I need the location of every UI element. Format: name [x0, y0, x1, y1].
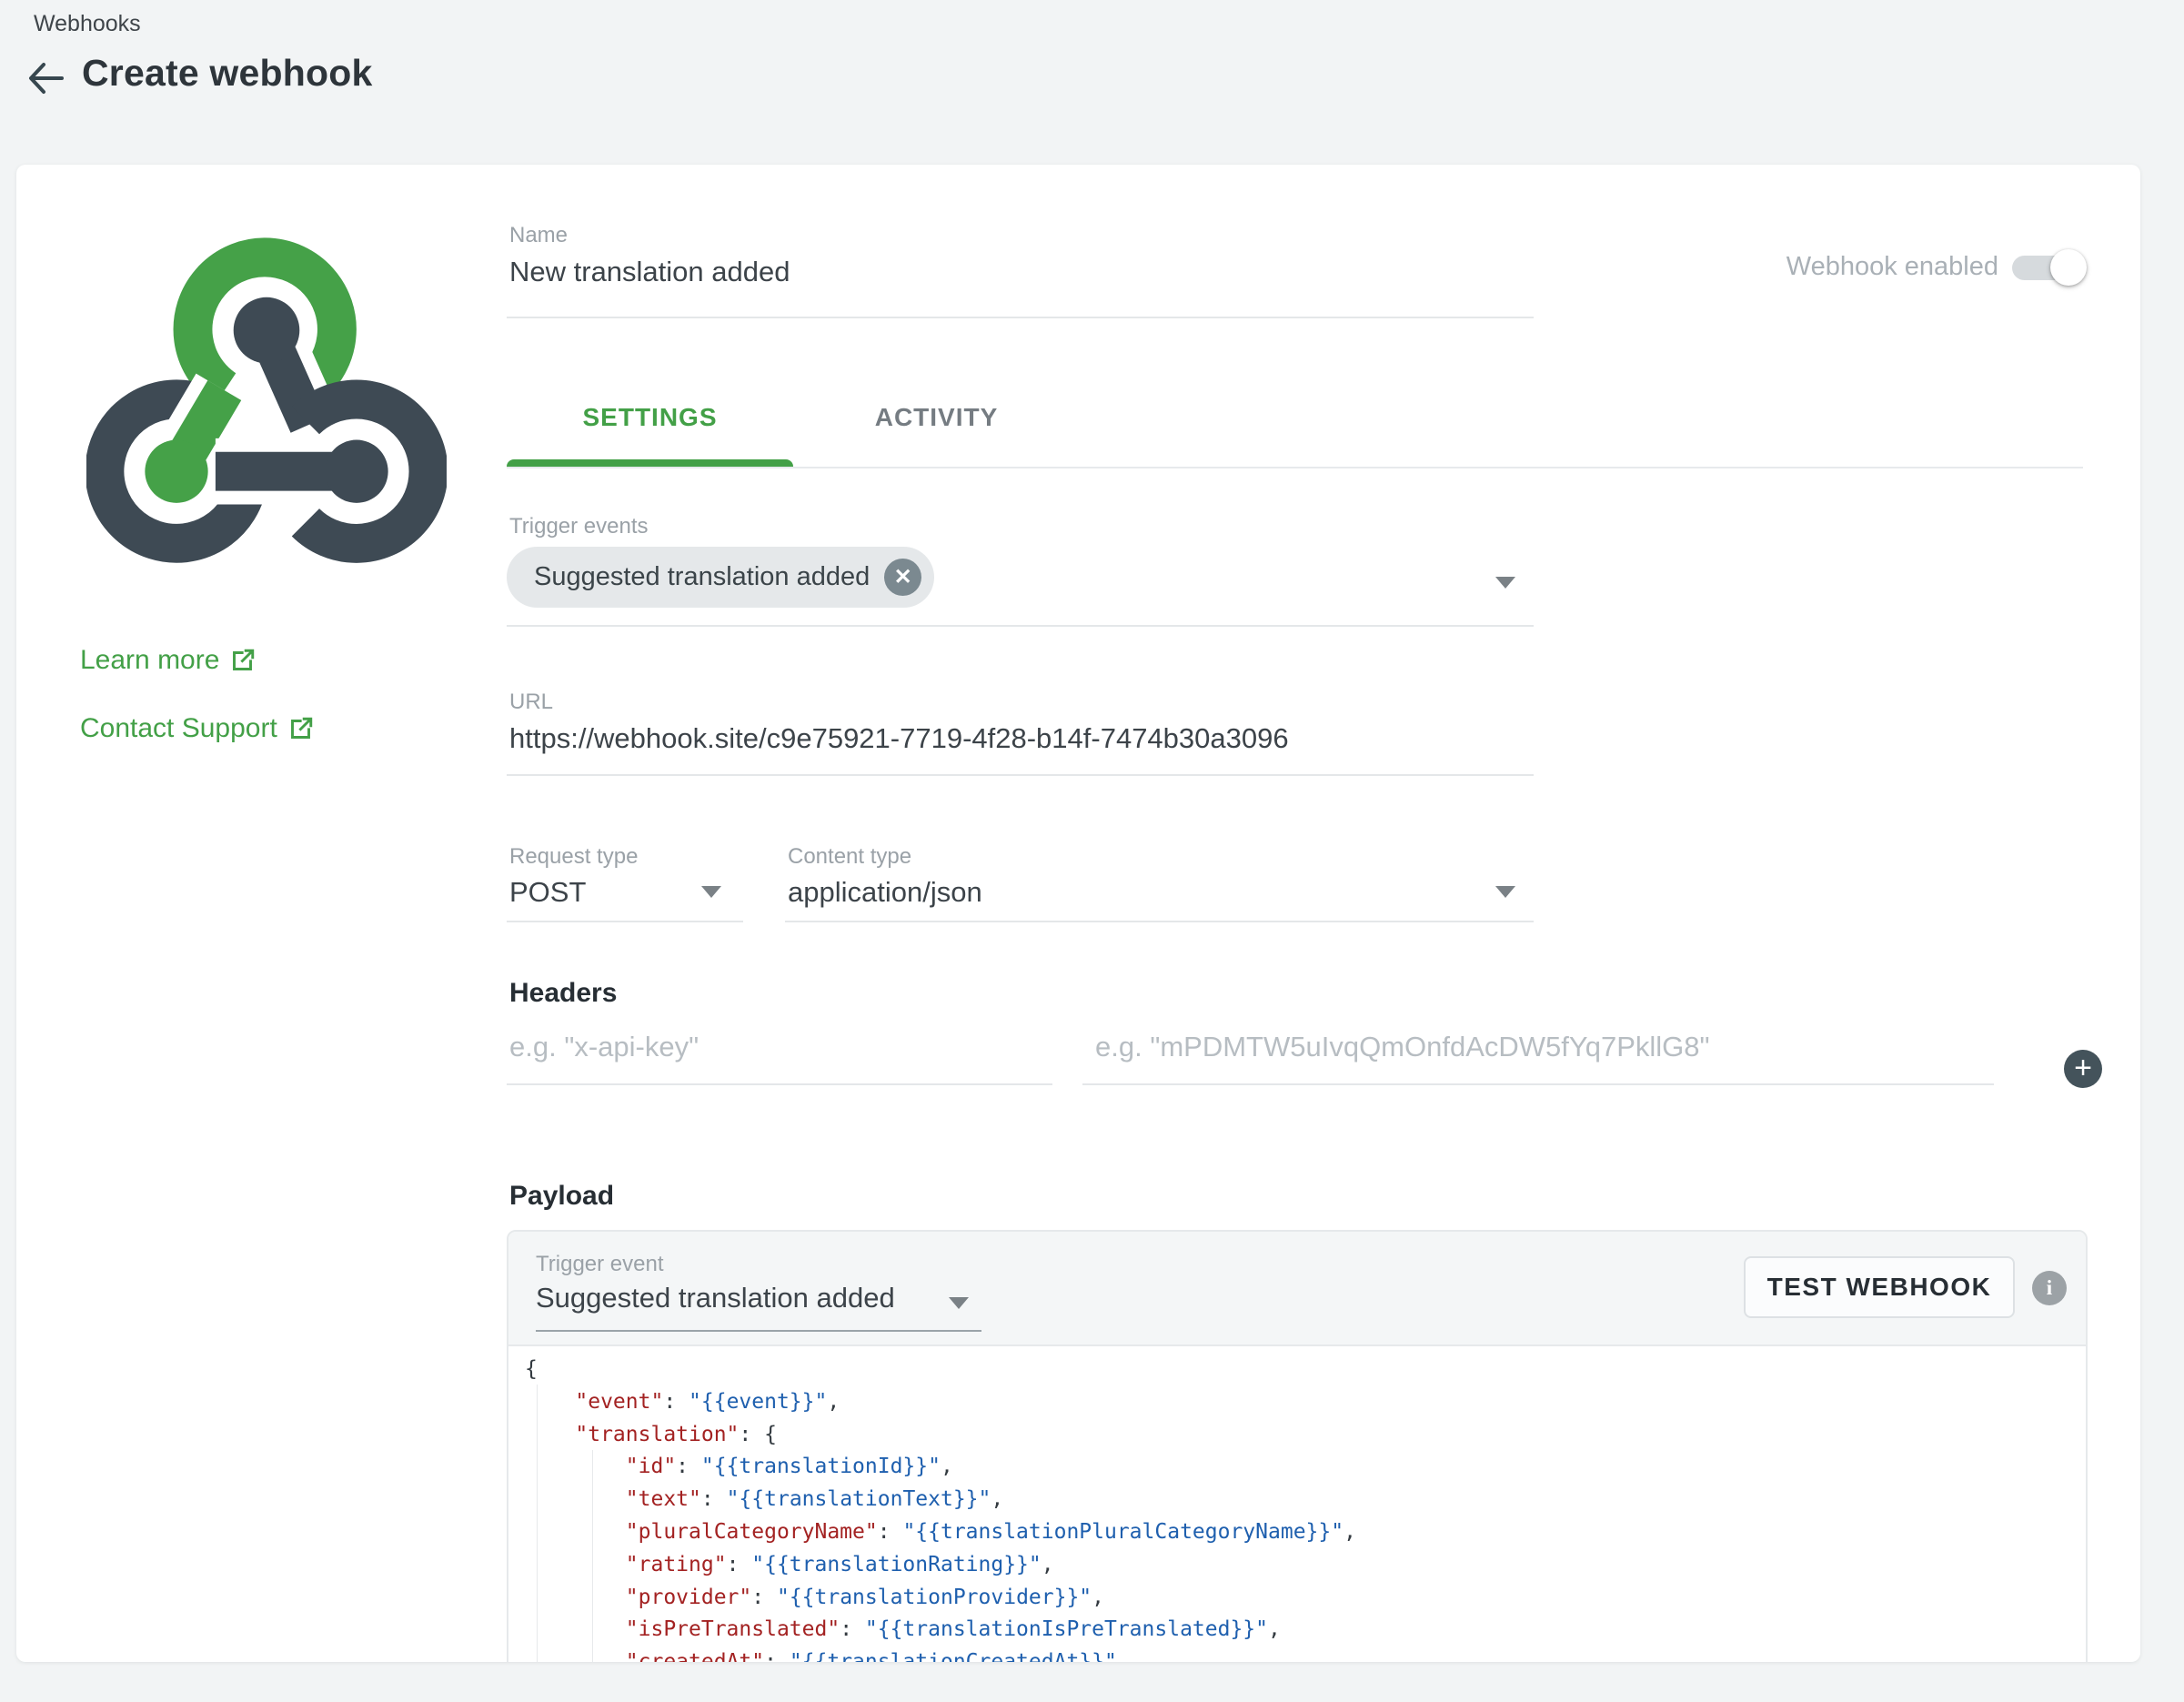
payload-code[interactable]: { "event": "{{event}}", "translation": {…: [508, 1348, 2086, 1662]
contact-support-label: Contact Support: [80, 713, 277, 744]
trigger-events-label: Trigger events: [509, 514, 649, 539]
external-link-icon: [230, 649, 255, 673]
plus-icon[interactable]: +: [2064, 1050, 2102, 1088]
chevron-down-icon[interactable]: [949, 1297, 969, 1309]
back-arrow-icon[interactable]: [24, 56, 67, 100]
code-line: "provider": "{{translationProvider}}",: [525, 1582, 2086, 1615]
url-input[interactable]: [509, 722, 1528, 755]
trigger-event-chip[interactable]: Suggested translation added ✕: [507, 547, 934, 608]
url-underline: [507, 774, 1534, 776]
tab-settings[interactable]: SETTINGS: [507, 389, 793, 446]
chip-label: Suggested translation added: [534, 562, 870, 592]
learn-more-label: Learn more: [80, 645, 219, 676]
code-line: "isPreTranslated": "{{translationIsPreTr…: [525, 1614, 2086, 1647]
name-underline: [507, 317, 1534, 318]
header-key-input[interactable]: [509, 1031, 1046, 1063]
request-type-underline: [507, 921, 743, 922]
name-input[interactable]: [509, 256, 1528, 288]
webhook-card: Learn more Contact Support Name Webhook …: [16, 165, 2140, 1662]
webhook-enabled-toggle[interactable]: [2012, 256, 2083, 280]
code-line: "createdAt": "{{translationCreatedAt}}",: [525, 1647, 2086, 1662]
header-key-underline: [507, 1083, 1052, 1085]
trigger-underline: [507, 625, 1534, 627]
request-type-label: Request type: [509, 844, 638, 870]
url-label: URL: [509, 690, 553, 715]
external-link-icon: [288, 717, 313, 741]
test-webhook-button[interactable]: TEST WEBHOOK: [1744, 1256, 2015, 1318]
tab-activity[interactable]: ACTIVITY: [793, 389, 1080, 446]
payload-title: Payload: [509, 1181, 614, 1212]
chevron-down-icon[interactable]: [1495, 886, 1515, 898]
content-type-label: Content type: [788, 844, 911, 870]
header-value-underline: [1082, 1083, 1994, 1085]
create-webhook-page: Webhooks Create webhook: [0, 0, 2184, 1702]
code-line: {: [525, 1354, 2086, 1386]
code-line: "event": "{{event}}",: [525, 1386, 2086, 1419]
contact-support-link[interactable]: Contact Support: [80, 713, 313, 744]
toggle-knob: [2050, 249, 2087, 286]
tab-divider: [507, 467, 2083, 468]
close-icon[interactable]: ✕: [884, 559, 921, 596]
code-line: "text": "{{translationText}}",: [525, 1484, 2086, 1516]
code-line: "id": "{{translationId}}",: [525, 1451, 2086, 1484]
webhook-logo: [86, 230, 447, 569]
chevron-down-icon[interactable]: [701, 886, 721, 898]
content-type-select[interactable]: application/json: [788, 876, 982, 909]
content-type-underline: [785, 921, 1534, 922]
code-line: "translation": {: [525, 1419, 2086, 1452]
payload-trigger-event-select[interactable]: Suggested translation added: [536, 1282, 895, 1314]
payload-select-underline: [536, 1330, 981, 1332]
payload-editor: Trigger event Suggested translation adde…: [507, 1230, 2088, 1662]
headers-title: Headers: [509, 978, 617, 1009]
header-value-input[interactable]: [1095, 1031, 1987, 1063]
info-icon[interactable]: i: [2032, 1271, 2067, 1305]
trigger-event-label: Trigger event: [536, 1252, 664, 1277]
name-label: Name: [509, 223, 568, 248]
page-title: Create webhook: [82, 52, 373, 95]
learn-more-link[interactable]: Learn more: [80, 645, 255, 676]
breadcrumb[interactable]: Webhooks: [34, 11, 141, 37]
webhook-enabled-label: Webhook enabled: [1786, 252, 1998, 282]
code-line: "rating": "{{translationRating}}",: [525, 1549, 2086, 1582]
chevron-down-icon[interactable]: [1495, 577, 1515, 589]
code-line: "pluralCategoryName": "{{translationPlur…: [525, 1516, 2086, 1549]
request-type-select[interactable]: POST: [509, 876, 586, 909]
payload-header: Trigger event Suggested translation adde…: [508, 1232, 2086, 1346]
